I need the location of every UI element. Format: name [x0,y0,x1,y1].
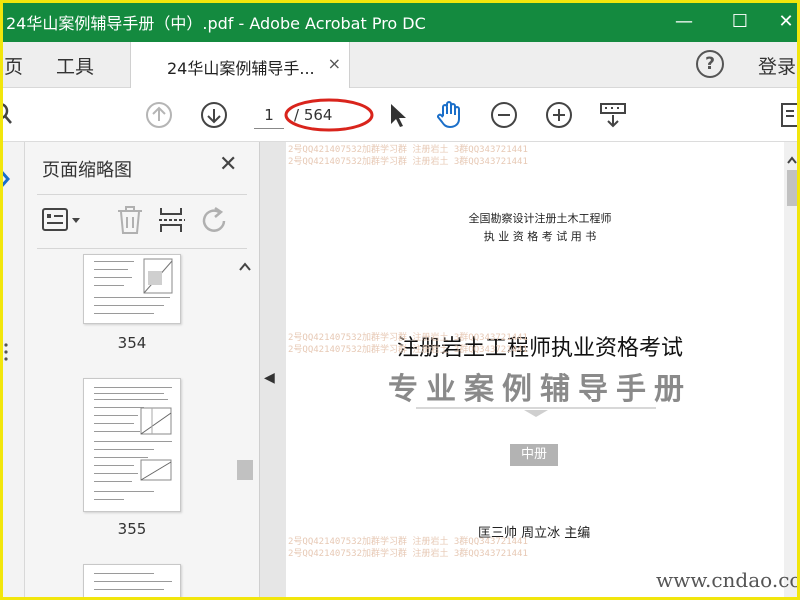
more-tools-icon[interactable] [776,100,800,130]
document-tab-label: 24华山案例辅导手... [167,59,315,78]
next-page-icon[interactable] [199,100,229,130]
delete-icon[interactable] [115,204,145,236]
close-tab-icon[interactable]: × [328,54,341,73]
page-display-icon[interactable] [598,100,628,130]
thumbnail-page-number: 354 [117,334,147,352]
close-window-button[interactable]: ✕ [766,6,800,36]
zoom-in-icon[interactable] [544,100,574,130]
collapse-panel-icon[interactable]: ◀ [264,370,275,386]
page-watermark: 2号QQ421407532加群学习群 注册岩土 3群QQ343721441 [288,345,528,355]
pdf-page: 2号QQ421407532加群学习群 注册岩土 3群QQ343721441 2号… [286,142,794,600]
extract-icon[interactable] [157,204,187,236]
thumbnail-page[interactable] [83,254,181,324]
left-navigation-strip [0,142,25,600]
document-tab[interactable]: 24华山案例辅导手... × [130,42,350,88]
document-viewer[interactable]: 2号QQ421407532加群学习群 注册岩土 3群QQ343721441 2号… [260,142,800,600]
thumbnail-page[interactable] [83,564,181,600]
page-thumbnails-panel: 页面缩略图 ✕ 354 355 [25,142,260,600]
tools-menu[interactable]: 工具 [56,52,94,79]
menu-bar: 页 工具 24华山案例辅导手... × ? 登录 [0,42,800,88]
window-title: 24华山案例辅导手册（中）.pdf - Adobe Acrobat Pro DC [6,14,426,33]
page-thumbnails-nav-icon[interactable] [0,168,10,190]
site-watermark: www.cndao.com [656,568,800,592]
thumbnail-scrollbar[interactable] [235,254,255,600]
panel-divider [37,194,247,195]
maximize-button[interactable]: ☐ [720,6,760,36]
help-icon[interactable]: ? [696,50,724,78]
close-panel-icon[interactable]: ✕ [219,152,237,177]
hand-tool-icon[interactable] [434,100,464,130]
book-subtitle: 专业案例辅导手册 [388,372,692,407]
publisher-line: 执 业 资 格 考 试 用 书 [483,230,597,243]
minimize-button[interactable]: — [664,6,704,36]
volume-badge: 中册 [510,444,558,466]
options-menu-icon[interactable] [41,204,85,236]
page-number-input[interactable]: 1 [254,101,284,129]
login-button[interactable]: 登录 [758,52,796,79]
panel-title: 页面缩略图 [42,160,132,181]
red-ellipse-annotation [284,98,374,132]
rotate-icon[interactable] [199,204,229,236]
thumbnail-page-number: 355 [117,520,147,538]
decorative-divider [416,407,656,417]
panel-divider [37,248,247,249]
toolbar: 1 / 564 [0,88,800,142]
prev-page-icon[interactable] [144,100,174,130]
document-scrollbar[interactable] [784,142,800,600]
select-cursor-icon[interactable] [383,100,413,130]
publisher-line: 全国勘察设计注册土木工程师 [468,212,612,225]
thumbnail-page[interactable] [83,378,181,512]
title-bar: 24华山案例辅导手册（中）.pdf - Adobe Acrobat Pro DC… [0,0,800,42]
page-watermark: 2号QQ421407532加群学习群 注册岩土 3群QQ343721441 [288,157,528,167]
zoom-out-icon[interactable] [489,100,519,130]
home-menu[interactable]: 页 [4,52,23,79]
search-icon[interactable] [0,100,22,130]
more-options-icon[interactable] [2,342,10,362]
page-watermark: 2号QQ421407532加群学习群 注册岩土 3群QQ343721441 [288,549,528,559]
